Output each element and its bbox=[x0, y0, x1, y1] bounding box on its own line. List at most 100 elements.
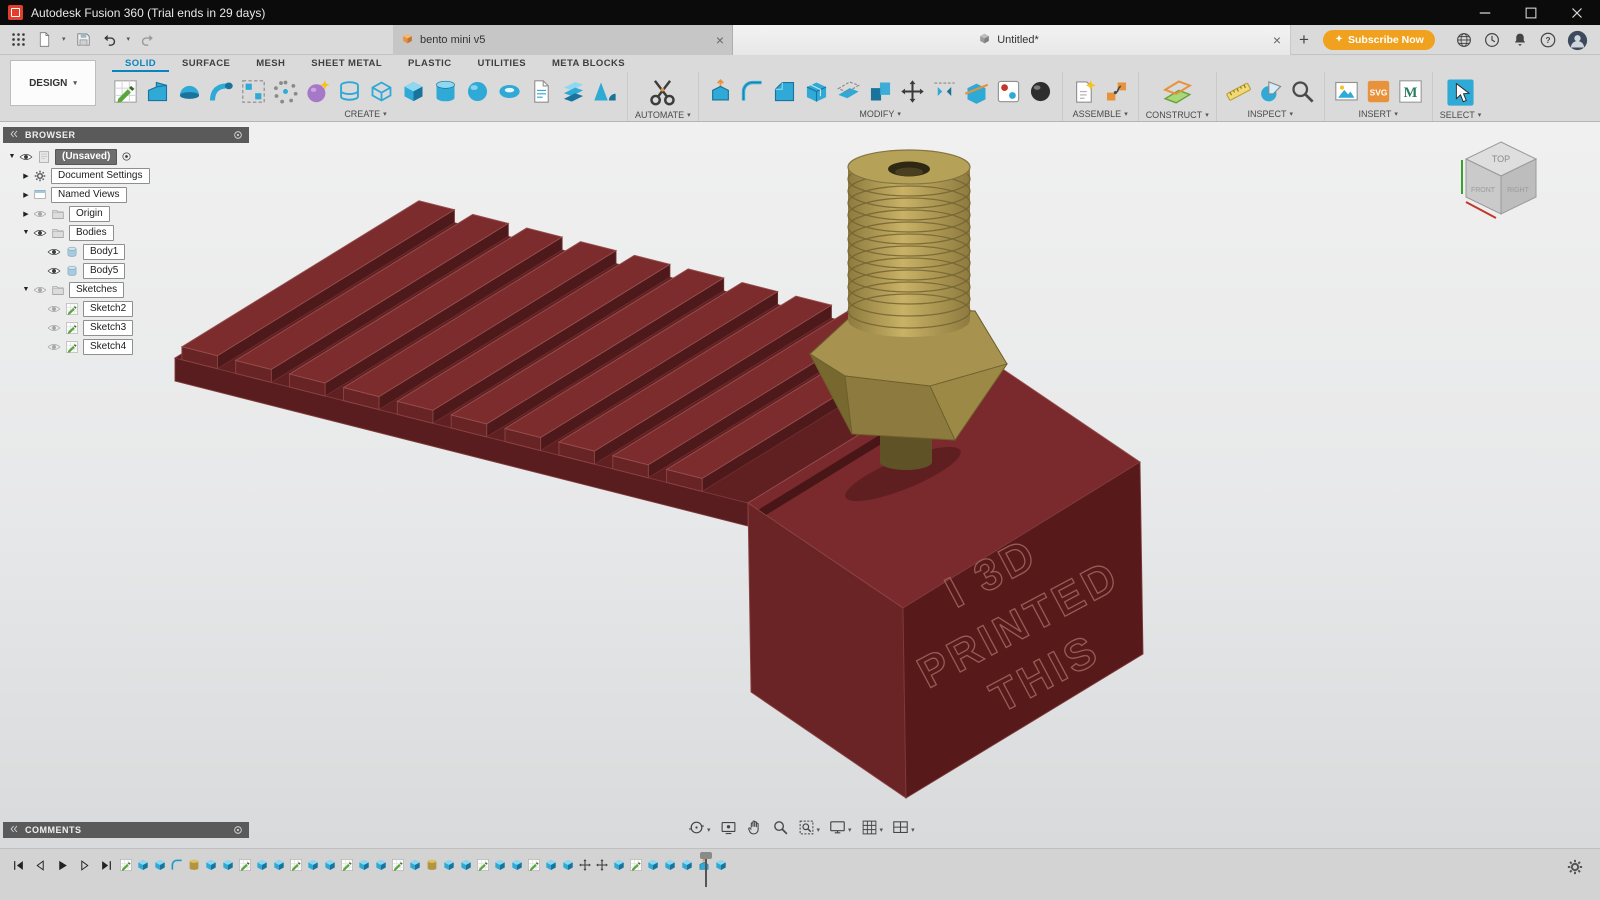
toolbar-group-label[interactable]: INSPECT▾ bbox=[1247, 109, 1293, 120]
play-button[interactable] bbox=[56, 859, 69, 877]
create-form-icon[interactable] bbox=[303, 77, 332, 106]
viewports-button[interactable]: ▾ bbox=[891, 818, 916, 842]
browser-item-body5[interactable]: Body5 bbox=[3, 261, 249, 280]
new-component-icon[interactable] bbox=[1070, 77, 1099, 106]
pan-button[interactable] bbox=[745, 818, 764, 842]
activate-radio-icon[interactable] bbox=[121, 151, 132, 162]
browser-item-label[interactable]: Sketches bbox=[69, 282, 124, 298]
browser-item-label[interactable]: Named Views bbox=[51, 187, 127, 203]
timeline-feature-move-icon[interactable] bbox=[594, 856, 610, 873]
sphere-icon[interactable] bbox=[463, 77, 492, 106]
browser-item-bodies[interactable]: ▼Bodies bbox=[3, 223, 249, 242]
fit-button[interactable]: ▾ bbox=[797, 818, 822, 842]
press-pull-icon[interactable] bbox=[706, 77, 735, 106]
toolbar-group-label[interactable]: SELECT▾ bbox=[1440, 110, 1482, 121]
timeline-feature-sketch-icon[interactable] bbox=[118, 856, 134, 873]
collapse-panel-icon[interactable] bbox=[9, 129, 19, 141]
orbit-button[interactable]: ▾ bbox=[687, 818, 712, 842]
timeline-feature-extrude-icon[interactable] bbox=[543, 856, 559, 873]
visibility-eye-off-icon[interactable] bbox=[45, 302, 63, 316]
browser-item-named-views[interactable]: ▶Named Views bbox=[3, 185, 249, 204]
browser-item-sketch3[interactable]: Sketch3 bbox=[3, 318, 249, 337]
close-tab-icon[interactable]: × bbox=[716, 33, 724, 47]
notifications-icon[interactable] bbox=[1511, 31, 1529, 49]
tab-mesh[interactable]: MESH bbox=[243, 56, 298, 72]
tab-utilities[interactable]: UTILITIES bbox=[464, 56, 538, 72]
tab-meta-blocks[interactable]: META BLOCKS bbox=[539, 56, 638, 72]
timeline-feature-extrude-icon[interactable] bbox=[509, 856, 525, 873]
save-icon[interactable] bbox=[75, 31, 92, 48]
expand-closed-icon[interactable]: ▶ bbox=[21, 172, 31, 180]
doc-tab-untitled[interactable]: Untitled*× bbox=[733, 25, 1291, 55]
view-cube[interactable]: TOP FRONT RIGHT bbox=[1452, 134, 1550, 239]
browser-item-label[interactable]: Sketch2 bbox=[83, 301, 133, 317]
subscribe-button[interactable]: Subscribe Now bbox=[1323, 30, 1435, 50]
timeline-feature-sketch-icon[interactable] bbox=[288, 856, 304, 873]
job-status-icon[interactable] bbox=[1483, 31, 1501, 49]
display-detail-icon[interactable] bbox=[1288, 77, 1317, 106]
visibility-eye-icon[interactable] bbox=[45, 264, 63, 278]
expand-open-icon[interactable]: ▼ bbox=[21, 229, 31, 236]
browser-item-label[interactable]: Origin bbox=[69, 206, 110, 222]
browser-item-sketch2[interactable]: Sketch2 bbox=[3, 299, 249, 318]
panel-toggle-icon[interactable] bbox=[233, 130, 243, 140]
sweep-icon[interactable] bbox=[207, 77, 236, 106]
timeline-feature-sketch-icon[interactable] bbox=[628, 856, 644, 873]
chamfer-icon[interactable] bbox=[770, 77, 799, 106]
browser-item-origin[interactable]: ▶Origin bbox=[3, 204, 249, 223]
browser-item-body1[interactable]: Body1 bbox=[3, 242, 249, 261]
close-button[interactable] bbox=[1554, 0, 1600, 25]
visibility-eye-off-icon[interactable] bbox=[31, 283, 49, 297]
go-to-start-button[interactable] bbox=[12, 859, 25, 877]
timeline-feature-extrude-icon[interactable] bbox=[373, 856, 389, 873]
timeline-feature-sketch-icon[interactable] bbox=[237, 856, 253, 873]
toolbar-group-label[interactable]: ASSEMBLE▾ bbox=[1073, 109, 1128, 120]
toolbar-group-label[interactable]: CONSTRUCT▾ bbox=[1146, 110, 1209, 121]
insert-mcmaster-icon[interactable]: M bbox=[1396, 77, 1425, 106]
box-icon[interactable] bbox=[399, 77, 428, 106]
comments-toggle-icon[interactable] bbox=[233, 825, 243, 835]
toolbar-group-label[interactable]: AUTOMATE▾ bbox=[635, 110, 691, 121]
circular-pattern-icon[interactable] bbox=[271, 77, 300, 106]
timeline-feature-sketch-icon[interactable] bbox=[390, 856, 406, 873]
timeline-feature-sketch-icon[interactable] bbox=[339, 856, 355, 873]
timeline-feature-extrude-icon[interactable] bbox=[305, 856, 321, 873]
timeline-feature-extrude-icon[interactable] bbox=[135, 856, 151, 873]
timeline-feature-extrude-icon[interactable] bbox=[458, 856, 474, 873]
maximize-button[interactable] bbox=[1508, 0, 1554, 25]
revolve-icon[interactable] bbox=[175, 77, 204, 106]
timeline-marker-handle[interactable] bbox=[700, 852, 712, 859]
browser-item-unsaved[interactable]: ▼(Unsaved) bbox=[3, 147, 249, 166]
timeline-feature-extrude-icon[interactable] bbox=[254, 856, 270, 873]
browser-item-label[interactable]: Sketch4 bbox=[83, 339, 133, 355]
bolt-tip[interactable] bbox=[880, 434, 932, 470]
visibility-eye-off-icon[interactable] bbox=[45, 321, 63, 335]
timeline-feature-sketch-icon[interactable] bbox=[526, 856, 542, 873]
browser-header[interactable]: BROWSER bbox=[3, 127, 249, 143]
timeline-feature-extrude-icon[interactable] bbox=[492, 856, 508, 873]
step-forward-button[interactable] bbox=[78, 859, 91, 877]
timeline-feature-move-icon[interactable] bbox=[577, 856, 593, 873]
collapse-comments-icon[interactable] bbox=[9, 824, 19, 836]
section-analysis-icon[interactable] bbox=[1256, 77, 1285, 106]
doc-tab-bento-mini-v5[interactable]: bento mini v5× bbox=[393, 25, 733, 55]
insert-svg-icon[interactable]: SVG bbox=[1364, 77, 1393, 106]
visibility-eye-off-icon[interactable] bbox=[31, 207, 49, 221]
offset-face-icon[interactable] bbox=[834, 77, 863, 106]
display-settings-button[interactable]: ▾ bbox=[828, 818, 853, 842]
rectangular-pattern-icon[interactable] bbox=[239, 77, 268, 106]
visibility-eye-icon[interactable] bbox=[17, 150, 35, 164]
joint-icon[interactable] bbox=[1102, 77, 1131, 106]
timeline-feature-extrude-icon[interactable] bbox=[645, 856, 661, 873]
browser-item-label[interactable]: Body1 bbox=[83, 244, 125, 260]
web-icon[interactable] bbox=[1455, 31, 1473, 49]
combine-icon[interactable] bbox=[866, 77, 895, 106]
grid-snap-button[interactable]: ▾ bbox=[860, 818, 885, 842]
timeline-feature-thread-icon[interactable] bbox=[186, 856, 202, 873]
fillet-icon[interactable] bbox=[738, 77, 767, 106]
app-grid-icon[interactable] bbox=[10, 31, 27, 48]
ruled-surface-icon[interactable] bbox=[591, 77, 620, 106]
timeline-feature-extrude-icon[interactable] bbox=[322, 856, 338, 873]
browser-item-label[interactable]: Sketch3 bbox=[83, 320, 133, 336]
undo-caret-icon[interactable]: ▾ bbox=[127, 36, 131, 43]
